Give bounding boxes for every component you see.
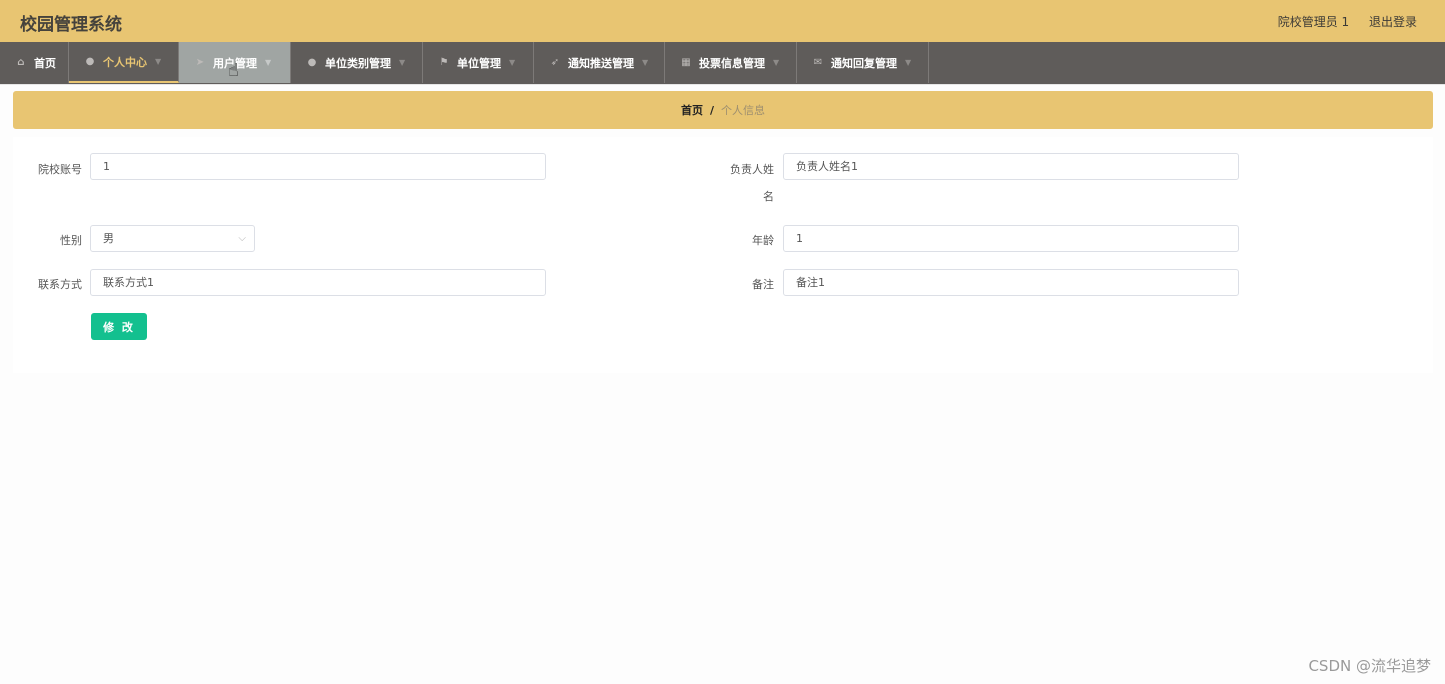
age-field[interactable]: 1 [783,225,1239,252]
logout-link[interactable]: 退出登录 [1369,15,1417,29]
chevron-down-icon: ▼ [265,58,272,67]
nav-unit-management[interactable]: ⚑ 单位管理 ▼ [423,42,534,83]
nav-vote-info-label: 投票信息管理 [699,56,765,70]
nav-personal-center-label: 个人中心 [103,55,147,69]
profile-form: 院校账号 1 负责人姓 名 负责人姓名1 性别 男 ⌵ 年龄 1 联系方式 联系… [13,137,1433,373]
grid-icon: ▦ [681,57,691,68]
breadcrumb-home[interactable]: 首页 [681,102,703,118]
age-label: 年龄 [752,234,774,247]
main-nav: ⌂ 首页 ● 个人中心 ▼ ➤ 用户管理 ▼ ● 单位类别管理 ▼ ⚑ 单位管理… [0,42,1445,85]
manager-name-label: 负责人姓 [730,163,774,176]
location-icon: ● [307,57,317,68]
nav-notice-reply-label: 通知回复管理 [831,56,897,70]
nav-home[interactable]: ⌂ 首页 [0,42,69,83]
user-area: 院校管理员 1 退出登录 [1262,13,1417,30]
gender-select[interactable]: 男 ⌵ [90,225,255,252]
nav-vote-info[interactable]: ▦ 投票信息管理 ▼ [665,42,797,83]
nav-notice-reply[interactable]: ✉ 通知回复管理 ▼ [797,42,929,83]
nav-personal-center[interactable]: ● 个人中心 ▼ [69,42,179,83]
hand-cursor-icon: ☝ [228,60,239,81]
contact-field[interactable]: 联系方式1 [90,269,546,296]
nav-unit-management-label: 单位管理 [457,56,501,70]
contact-label: 联系方式 [38,278,82,291]
gender-value: 男 [103,232,114,245]
nav-home-label: 首页 [34,56,56,70]
account-field[interactable]: 1 [90,153,546,180]
mail-icon: ✉ [813,57,823,68]
chevron-down-icon: ▼ [905,58,912,67]
current-user: 院校管理员 1 [1277,15,1350,29]
chevron-down-icon: ⌵ [238,233,246,244]
nav-notice-push[interactable]: ➶ 通知推送管理 ▼ [534,42,665,83]
chevron-down-icon: ▼ [155,57,162,66]
navigation-icon: ➶ [550,57,560,68]
send-icon: ➤ [195,57,205,68]
modify-button[interactable]: 修 改 [91,313,147,340]
breadcrumb-separator: / [709,103,715,117]
gender-label: 性别 [60,234,82,247]
breadcrumb: 首页 / 个人信息 [13,91,1433,129]
remark-label: 备注 [752,278,774,291]
manager-name-field[interactable]: 负责人姓名1 [783,153,1239,180]
chevron-down-icon: ▼ [509,58,516,67]
app-title: 校园管理系统 [20,15,122,35]
nav-notice-push-label: 通知推送管理 [568,56,634,70]
top-header: 校园管理系统 院校管理员 1 退出登录 [0,0,1445,42]
nav-unit-category[interactable]: ● 单位类别管理 ▼ [291,42,423,83]
chevron-down-icon: ▼ [642,58,649,67]
remark-field[interactable]: 备注1 [783,269,1239,296]
breadcrumb-current: 个人信息 [721,104,766,117]
flag-icon: ⚑ [439,57,449,68]
account-label: 院校账号 [38,163,82,176]
manager-name-label-cont: 名 [763,190,774,203]
nav-unit-category-label: 单位类别管理 [325,56,391,70]
watermark: CSDN @流华追梦 [1308,657,1431,675]
user-icon: ● [85,56,95,67]
home-icon: ⌂ [17,57,25,68]
chevron-down-icon: ▼ [773,58,780,67]
chevron-down-icon: ▼ [399,58,406,67]
